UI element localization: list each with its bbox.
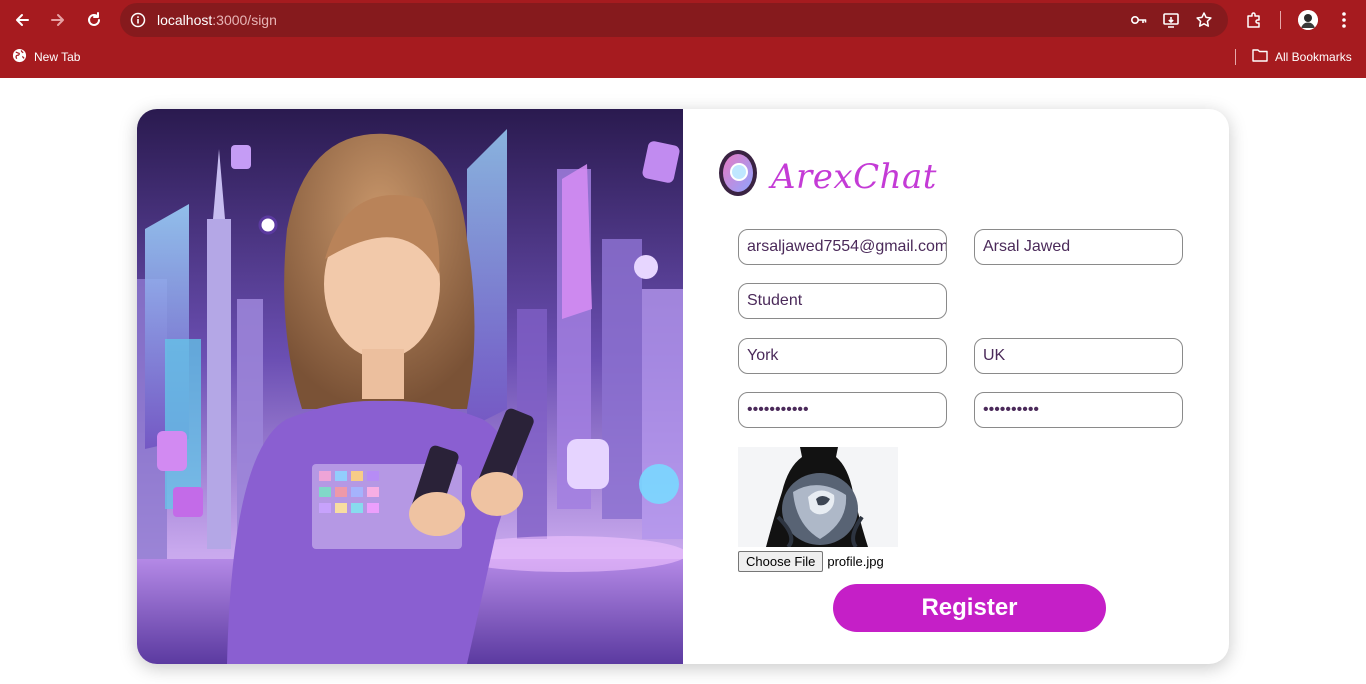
browser-toolbar: localhost:3000/sign [0, 0, 1366, 40]
reload-icon[interactable] [82, 8, 106, 32]
brand-name: ArexChat [771, 156, 937, 197]
bookmarks-divider [1235, 49, 1236, 65]
city-input[interactable]: York [738, 338, 947, 374]
site-info-icon[interactable] [130, 12, 146, 28]
forward-arrow-icon[interactable] [46, 8, 70, 32]
toolbar-divider [1280, 11, 1281, 29]
bookmark-new-tab-label: New Tab [34, 50, 81, 64]
globe-icon [12, 48, 27, 66]
extensions-icon[interactable] [1243, 9, 1265, 31]
password-key-icon[interactable] [1130, 11, 1148, 29]
occupation-input[interactable]: Student [738, 283, 947, 319]
install-app-icon[interactable] [1162, 11, 1180, 29]
all-bookmarks-button[interactable]: All Bookmarks [1252, 48, 1352, 65]
chat-bubble-logo-icon [717, 148, 761, 205]
address-bar[interactable]: localhost:3000/sign [120, 3, 1228, 37]
kebab-menu-icon[interactable] [1333, 9, 1355, 31]
profile-avatar-icon[interactable] [1298, 10, 1318, 30]
url-host: localhost [157, 12, 213, 28]
bookmarks-bar: New Tab All Bookmarks [0, 44, 1366, 70]
url-text: localhost:3000/sign [157, 12, 277, 28]
app-logo: ArexChat [717, 148, 937, 205]
back-arrow-icon[interactable] [10, 8, 34, 32]
register-button[interactable]: Register [833, 584, 1106, 632]
selected-file-name: profile.jpg [827, 554, 884, 569]
confirm-password-input[interactable]: •••••••••• [974, 392, 1183, 428]
url-path: :3000/sign [212, 12, 277, 28]
signup-card [137, 109, 1229, 664]
country-input[interactable]: UK [974, 338, 1183, 374]
bookmark-star-icon[interactable] [1195, 11, 1213, 29]
folder-icon [1252, 48, 1268, 65]
bookmark-new-tab[interactable]: New Tab [12, 48, 80, 66]
hero-illustration [137, 109, 683, 664]
browser-chrome: localhost:3000/sign New Tab All Bookmark… [0, 0, 1366, 78]
file-input: Choose File profile.jpg [738, 551, 884, 572]
email-input[interactable]: arsaljawed7554@gmail.com [738, 229, 947, 265]
profile-image-preview [738, 447, 898, 547]
name-input[interactable]: Arsal Jawed [974, 229, 1183, 265]
password-input[interactable]: ••••••••••• [738, 392, 947, 428]
choose-file-button[interactable]: Choose File [738, 551, 824, 572]
all-bookmarks-label: All Bookmarks [1275, 49, 1352, 64]
